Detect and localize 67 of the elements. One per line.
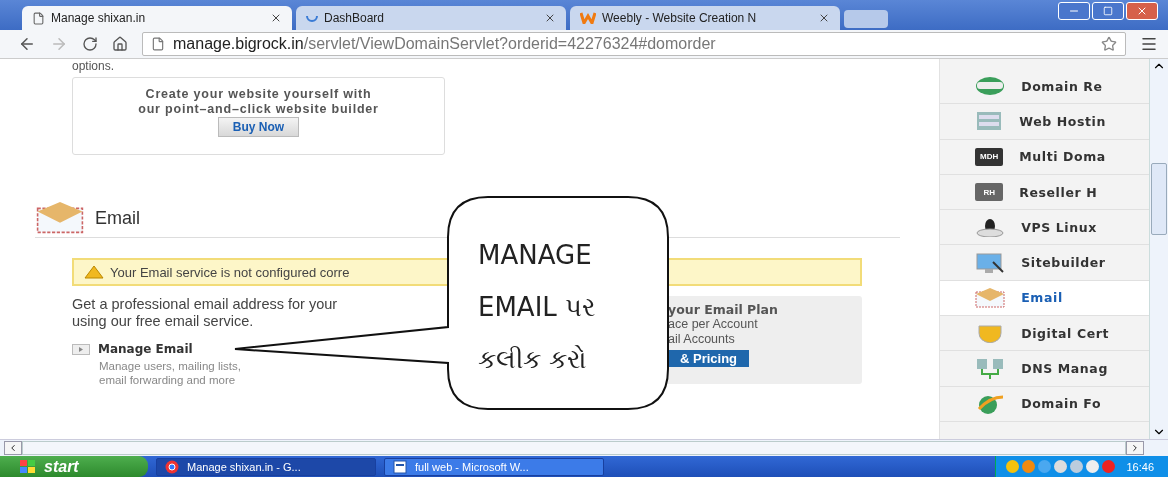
manage-email-link[interactable]: Manage Email: [72, 342, 193, 356]
sidebar-item[interactable]: Digital Cert: [940, 316, 1149, 352]
taskbar-button[interactable]: Manage shixan.in - G...: [156, 457, 376, 476]
card-text: Create your website yourself with: [145, 87, 372, 102]
menu-icon[interactable]: [1140, 35, 1158, 53]
badge-icon: MDH: [975, 147, 1004, 166]
loading-icon: [306, 14, 318, 22]
envelope-icon: [35, 202, 85, 234]
play-icon: [72, 343, 90, 355]
sidebar-item[interactable]: RH Reseller H: [940, 174, 1149, 211]
section-title: Email: [95, 207, 140, 229]
badge-icon: RH: [975, 183, 1004, 202]
url-text: manage.bigrock.in/servlet/ViewDomainServlet?orderid=42276324#domorder: [173, 35, 716, 53]
close-icon: [1136, 5, 1148, 17]
document-icon: [393, 459, 407, 474]
plan-title: your Email Plan: [668, 302, 778, 317]
scroll-thumb[interactable]: [1151, 163, 1167, 235]
sidebar-item[interactable]: Domain Re: [940, 69, 1149, 105]
globe-icon: [975, 76, 1006, 97]
close-button[interactable]: [1126, 2, 1158, 20]
envelope-icon: [975, 287, 1006, 308]
callout-text: MANAGE EMAIL પર કલીક કરો: [478, 239, 596, 376]
browser-logo-icon: [165, 459, 179, 474]
card-text: our point–and–click website builder: [138, 102, 379, 117]
horizontal-scrollbar[interactable]: [0, 439, 1168, 456]
star-icon[interactable]: [1101, 36, 1117, 52]
close-icon[interactable]: [544, 12, 556, 24]
taskbar-button[interactable]: full web - Microsoft W...: [384, 457, 604, 476]
address-bar[interactable]: manage.bigrock.in/servlet/ViewDomainServlet?orderid=42276324#domorder: [142, 32, 1126, 56]
home-icon[interactable]: [112, 36, 128, 52]
pricing-button[interactable]: & Pricing: [668, 350, 750, 367]
sidebar-item[interactable]: DNS Manag: [940, 351, 1149, 387]
link-description: Manage users, mailing lists, email forwarding and more: [99, 358, 242, 387]
cut-text: options.: [72, 59, 115, 73]
buy-now-button[interactable]: Buy Now: [217, 117, 300, 137]
close-icon[interactable]: [818, 12, 830, 24]
plan-line: ail Accounts: [668, 332, 735, 347]
warning-text: Your Email service is not configured corre: [110, 264, 350, 280]
restore-button[interactable]: [1092, 2, 1124, 20]
vertical-scrollbar[interactable]: [1149, 59, 1168, 439]
intro-text: Get a professional email address for your using our free email service.: [72, 296, 338, 330]
sidebar-item[interactable]: Email: [940, 280, 1149, 317]
plan-line: ace per Account: [668, 317, 758, 332]
start-button[interactable]: start: [0, 456, 148, 477]
browser-tab[interactable]: DashBoard: [296, 6, 566, 30]
scroll-thumb[interactable]: [21, 441, 1127, 455]
sidebar-item[interactable]: VPS Linux: [940, 210, 1149, 246]
close-icon[interactable]: [270, 12, 282, 24]
browser-tab[interactable]: Manage shixan.in: [22, 6, 292, 30]
sidebar-item[interactable]: Domain Fo: [940, 386, 1149, 422]
scroll-right-button[interactable]: [1126, 441, 1144, 455]
warning-icon: [84, 265, 104, 279]
w-logo-icon: [580, 12, 596, 24]
sidebar-item[interactable]: MDH Multi Doma: [940, 139, 1149, 175]
minimize-button[interactable]: [1058, 2, 1090, 20]
sidebar-item[interactable]: Sitebuilder: [940, 245, 1149, 281]
back-icon[interactable]: [18, 35, 36, 53]
browser-tab[interactable]: Weebly - Website Creation N: [570, 6, 840, 30]
page-icon: [151, 37, 165, 51]
scroll-left-button[interactable]: [4, 441, 22, 455]
clock: 16:46: [1126, 460, 1154, 473]
reload-icon[interactable]: [82, 36, 98, 52]
restore-icon: [1103, 6, 1113, 16]
server-icon: [975, 111, 1004, 132]
sidebar-item[interactable]: Web Hostin: [940, 104, 1149, 140]
windows-logo-icon: [20, 459, 36, 474]
page-icon: [32, 11, 45, 25]
